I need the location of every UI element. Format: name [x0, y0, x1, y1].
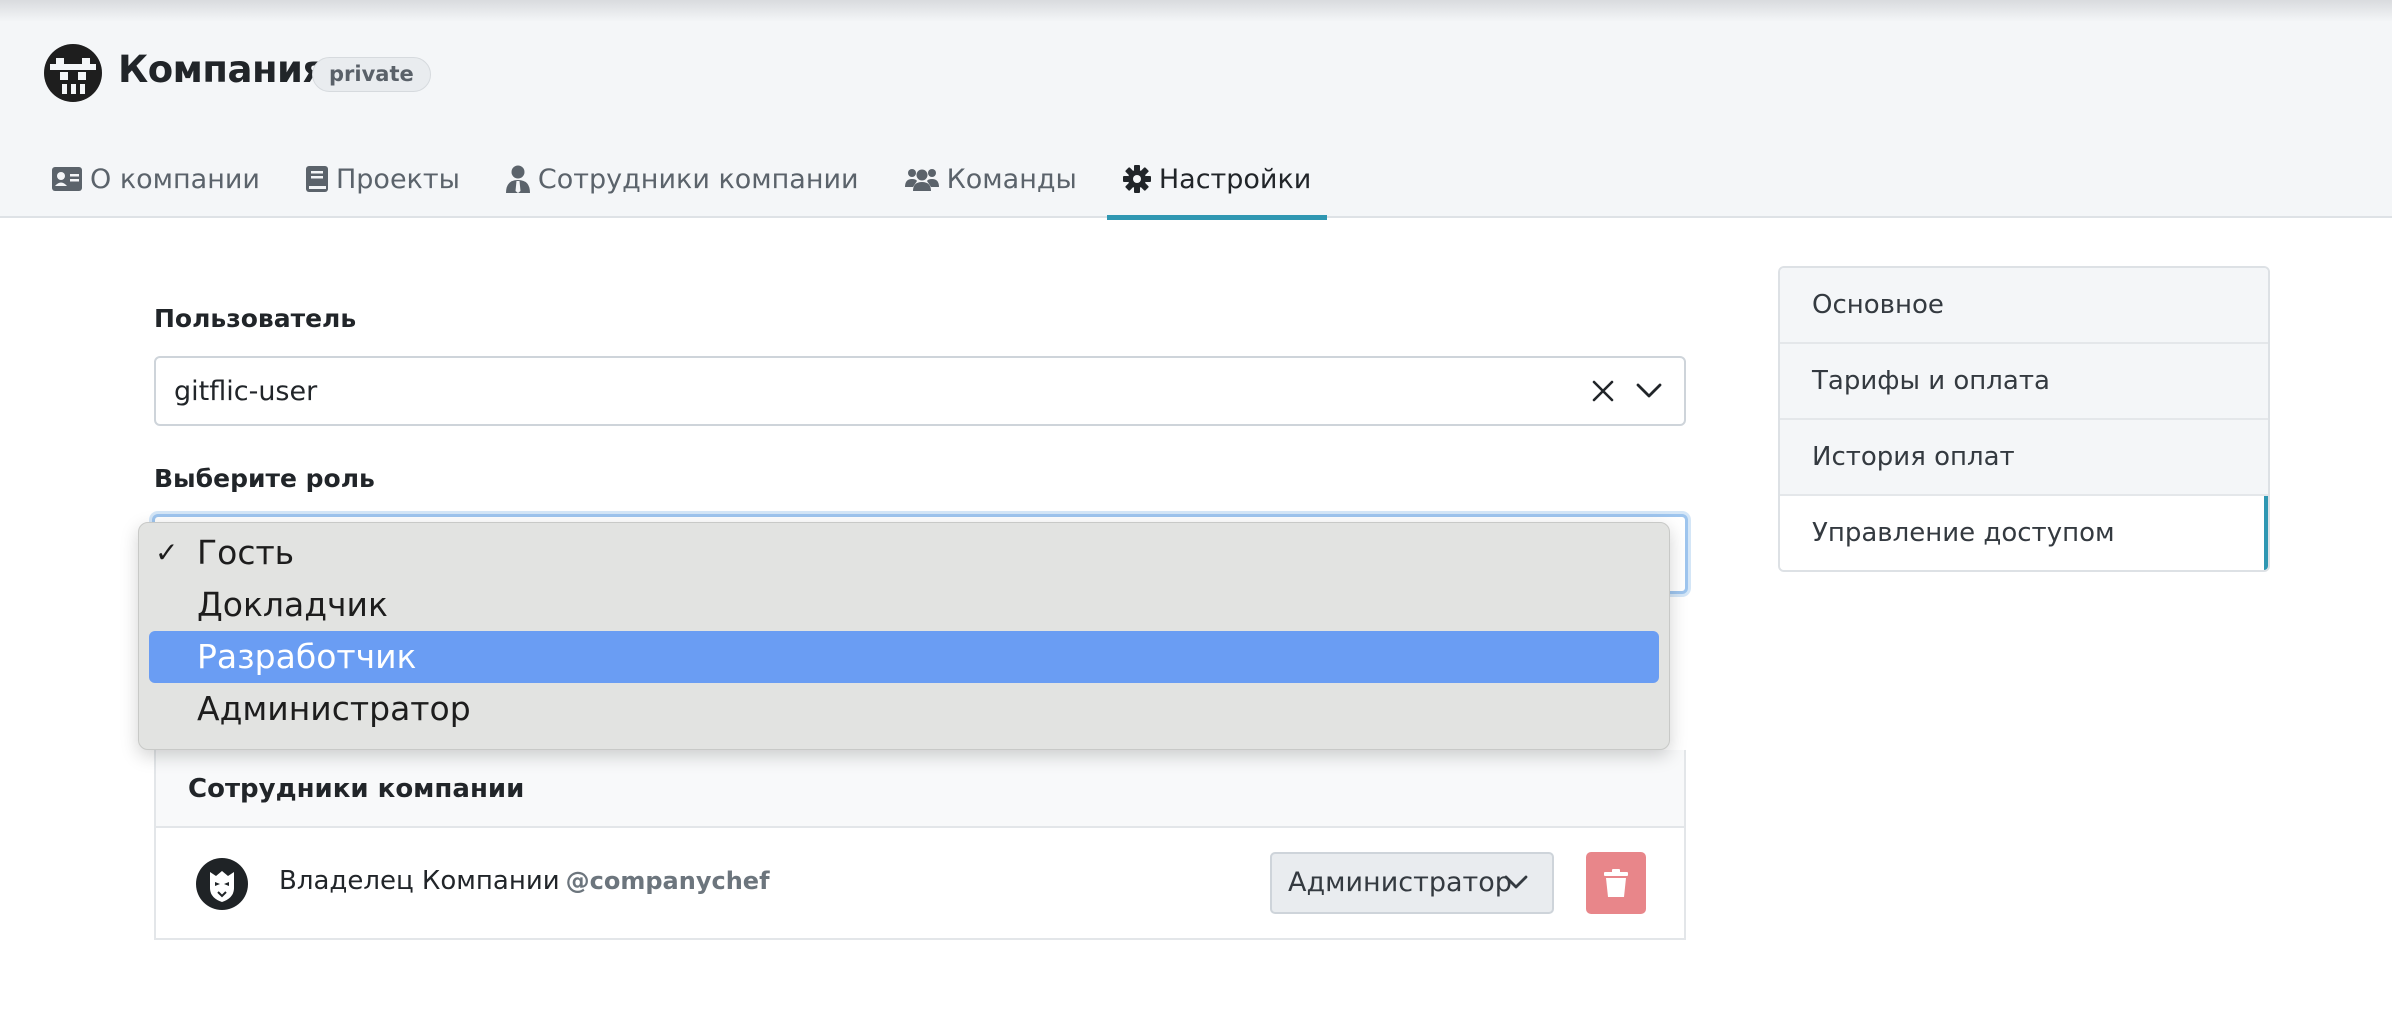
tab-settings[interactable]: Настройки	[1106, 140, 1328, 220]
tab-projects[interactable]: Проекты	[290, 140, 476, 218]
chevron-down-icon	[1504, 875, 1528, 889]
member-full-name: Владелец Компании	[279, 866, 560, 896]
tab-teams[interactable]: Команды	[889, 140, 1093, 218]
role-option-reporter[interactable]: Докладчик	[149, 579, 1659, 631]
close-icon[interactable]	[1592, 380, 1614, 402]
role-option-label: Гость	[197, 533, 295, 572]
page-header: Компания private О компании Проекты Сотр…	[0, 0, 2392, 220]
role-field-label: Выберите роль	[154, 464, 375, 493]
role-option-label: Разработчик	[197, 637, 417, 676]
user-tie-icon	[505, 165, 530, 193]
tab-about[interactable]: О компании	[36, 140, 276, 218]
tab-employees[interactable]: Сотрудники компании	[490, 140, 875, 218]
user-select[interactable]: gitflic-user	[154, 356, 1686, 426]
tab-label: Сотрудники компании	[537, 163, 859, 195]
chevron-down-icon[interactable]	[1636, 382, 1662, 400]
member-role-value: Администратор	[1288, 867, 1512, 898]
side-nav-item-general[interactable]: Основное	[1780, 268, 2268, 344]
gear-icon	[1122, 165, 1151, 193]
side-nav-item-tariffs[interactable]: Тарифы и оплата	[1780, 344, 2268, 420]
tab-label: О компании	[90, 163, 260, 195]
members-panel: Сотрудники компании Владелец Компании @co…	[154, 750, 1686, 940]
book-icon	[305, 166, 328, 192]
users-icon	[904, 169, 939, 191]
settings-side-nav: Основное Тарифы и оплата История оплат У…	[1778, 266, 2270, 572]
member-name[interactable]: Владелец Компании @companychef	[279, 866, 770, 896]
user-field-label: Пользователь	[154, 304, 357, 333]
side-nav-item-payment-history[interactable]: История оплат	[1780, 420, 2268, 496]
company-logo-icon[interactable]	[42, 42, 104, 104]
checkmark-icon: ✓	[155, 536, 179, 569]
member-handle: @companychef	[565, 867, 770, 895]
id-card-icon	[52, 167, 82, 191]
role-option-label: Докладчик	[197, 585, 388, 624]
role-option-admin[interactable]: Администратор	[149, 683, 1659, 735]
role-option-label: Администратор	[197, 689, 471, 728]
role-option-guest[interactable]: ✓ Гость	[149, 527, 1659, 579]
user-select-value: gitflic-user	[174, 375, 318, 407]
role-dropdown-menu: ✓ Гость Докладчик Разработчик Администра…	[138, 522, 1670, 750]
tab-label: Проекты	[335, 163, 460, 195]
delete-member-button[interactable]	[1586, 852, 1646, 914]
member-role-select[interactable]: Администратор	[1270, 852, 1554, 914]
members-title: Сотрудники компании	[156, 750, 1684, 828]
tab-label: Настройки	[1158, 163, 1312, 195]
company-title: Компания	[118, 48, 326, 91]
avatar[interactable]	[196, 858, 248, 910]
role-option-developer[interactable]: Разработчик	[149, 631, 1659, 683]
visibility-badge: private	[312, 57, 431, 92]
trash-icon	[1604, 869, 1628, 897]
company-tabs: О компании Проекты Сотрудники компании К…	[36, 140, 1341, 220]
table-row: Владелец Компании @companychef Администра…	[156, 828, 1684, 938]
tab-label: Команды	[946, 163, 1077, 195]
side-nav-item-access-management[interactable]: Управление доступом	[1780, 496, 2268, 570]
